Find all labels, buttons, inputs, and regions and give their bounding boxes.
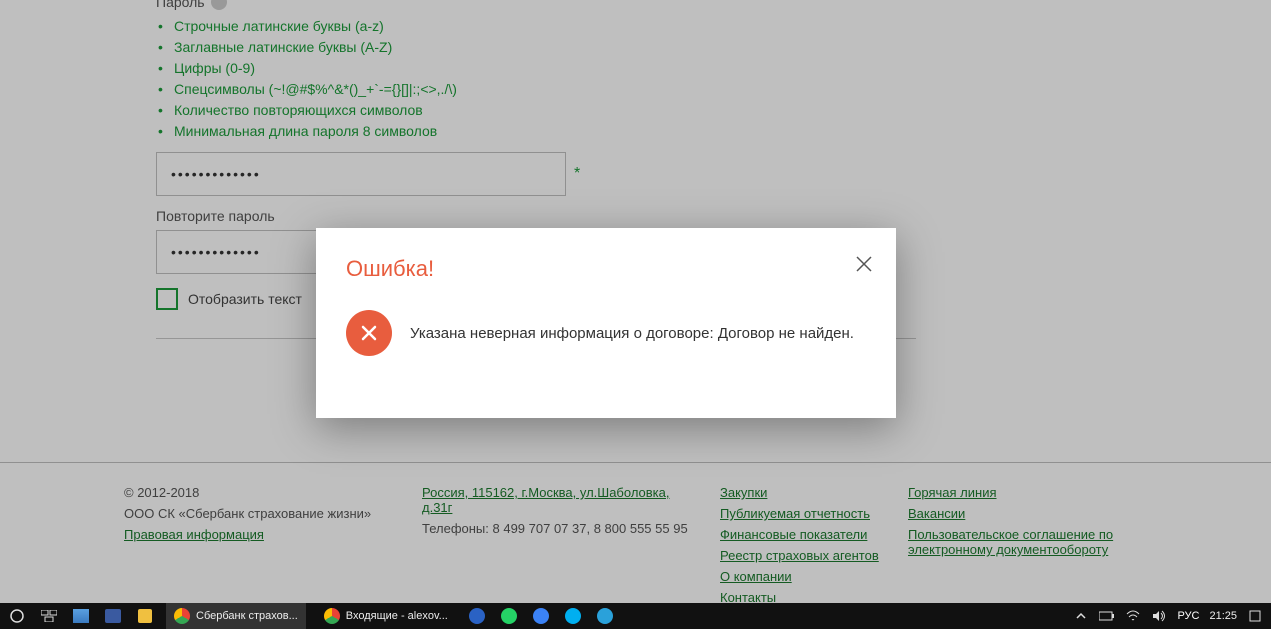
footer-link[interactable]: Пользовательское соглашение по электронн… xyxy=(908,527,1128,557)
chrome-icon xyxy=(324,608,340,624)
repeat-password-label: Повторите пароль xyxy=(156,208,275,224)
error-modal: Ошибка! Указана неверная информация о до… xyxy=(316,228,896,418)
req-item: Спецсимволы (~!@#$%^&*()_+`-={}[]|:;<>,.… xyxy=(174,79,1211,100)
wifi-icon[interactable] xyxy=(1125,608,1141,624)
telegram-icon[interactable] xyxy=(594,606,616,626)
app-icon[interactable] xyxy=(466,606,488,626)
req-item: Цифры (0-9) xyxy=(174,58,1211,79)
copyright: © 2012-2018 xyxy=(124,485,394,500)
password-label: Пароль xyxy=(156,0,205,10)
clock[interactable]: 21:25 xyxy=(1209,610,1237,622)
tray-chevron-icon[interactable] xyxy=(1073,608,1089,624)
modal-message: Указана неверная информация о договоре: … xyxy=(410,325,854,342)
footer-link[interactable]: Реестр страховых агентов xyxy=(720,548,880,563)
modal-title: Ошибка! xyxy=(346,256,866,282)
footer-link[interactable]: Горячая линия xyxy=(908,485,1128,500)
battery-icon[interactable] xyxy=(1099,608,1115,624)
legal-link[interactable]: Правовая информация xyxy=(124,527,394,542)
app-icon[interactable] xyxy=(70,606,92,626)
app-icon[interactable] xyxy=(134,606,156,626)
taskbar-tab-chrome[interactable]: Входящие - alexov... xyxy=(316,603,456,629)
volume-icon[interactable] xyxy=(1151,608,1167,624)
notification-icon[interactable] xyxy=(1247,608,1263,624)
company-name: ООО СК «Сбербанк страхование жизни» xyxy=(124,506,394,521)
footer-link[interactable]: Закупки xyxy=(720,485,880,500)
close-icon[interactable] xyxy=(854,254,874,279)
skype-icon[interactable] xyxy=(562,606,584,626)
taskbar: Сбербанк страхов... Входящие - alexov...… xyxy=(0,603,1271,629)
req-item: Минимальная длина пароля 8 символов xyxy=(174,121,1211,142)
password-input[interactable] xyxy=(156,152,566,196)
footer-link[interactable]: Финансовые показатели xyxy=(720,527,880,542)
app-icon[interactable] xyxy=(102,606,124,626)
phones: Телефоны: 8 499 707 07 37, 8 800 555 55 … xyxy=(422,521,692,536)
req-item: Заглавные латинские буквы (A-Z) xyxy=(174,37,1211,58)
required-star: * xyxy=(574,165,580,183)
address-link[interactable]: Россия, 115162, г.Москва, ул.Шаболовка, … xyxy=(422,485,692,515)
req-item: Строчные латинские буквы (a-z) xyxy=(174,16,1211,37)
footer-link[interactable]: Вакансии xyxy=(908,506,1128,521)
taskbar-tab-chrome[interactable]: Сбербанк страхов... xyxy=(166,603,306,629)
show-text-label: Отобразить текст xyxy=(188,291,302,307)
whatsapp-icon[interactable] xyxy=(498,606,520,626)
password-requirements-list: Строчные латинские буквы (a-z) Заглавные… xyxy=(156,16,1211,142)
req-item: Количество повторяющихся символов xyxy=(174,100,1211,121)
taskview-icon[interactable] xyxy=(38,606,60,626)
error-icon xyxy=(346,310,392,356)
app-icon[interactable] xyxy=(530,606,552,626)
tab-label: Входящие - alexov... xyxy=(346,610,448,622)
chrome-icon xyxy=(174,608,190,624)
help-icon[interactable] xyxy=(211,0,227,10)
footer-link[interactable]: О компании xyxy=(720,569,880,584)
tab-label: Сбербанк страхов... xyxy=(196,610,298,622)
language-indicator[interactable]: РУС xyxy=(1177,610,1199,622)
start-icon[interactable] xyxy=(6,606,28,626)
footer-link[interactable]: Публикуемая отчетность xyxy=(720,506,880,521)
show-text-checkbox[interactable] xyxy=(156,288,178,310)
